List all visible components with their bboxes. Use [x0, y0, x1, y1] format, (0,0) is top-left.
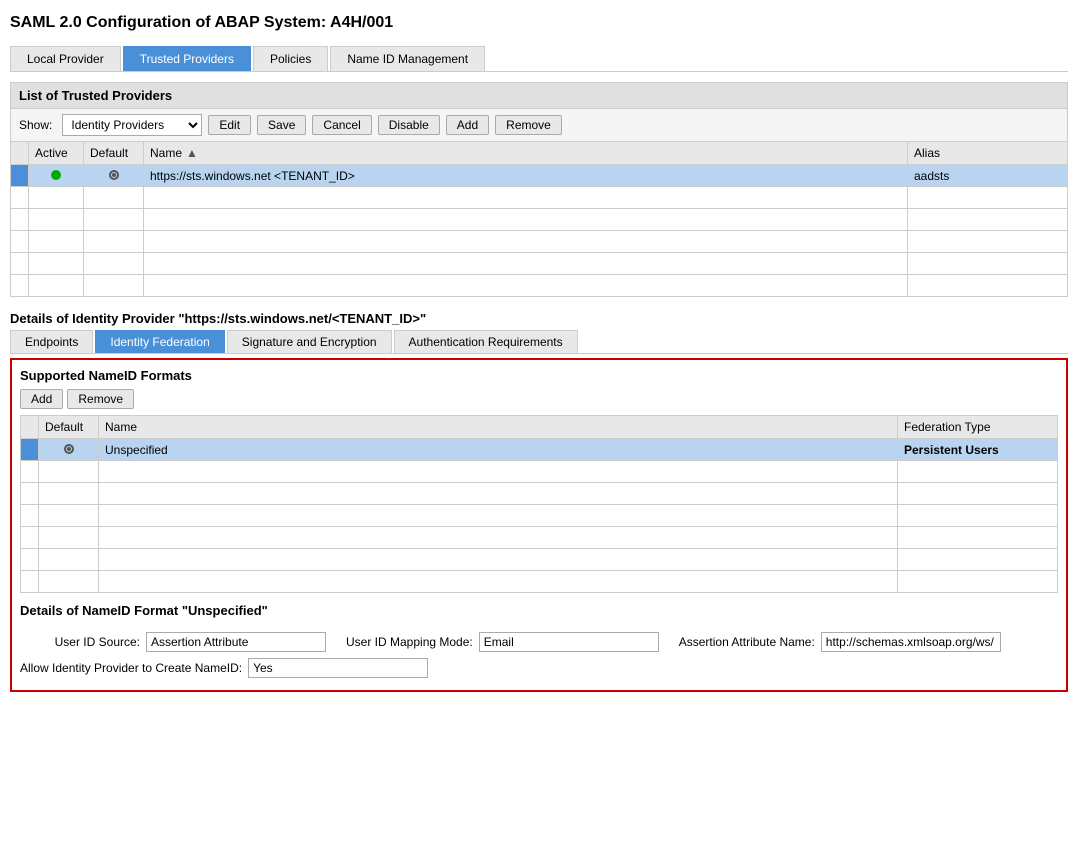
tab-local-provider[interactable]: Local Provider — [10, 46, 121, 71]
nameid-format-details-heading: Details of NameID Format "Unspecified" — [20, 603, 1058, 618]
cell-name: https://sts.windows.net <TENANT_ID> — [144, 165, 908, 187]
sub-tab-authentication-requirements[interactable]: Authentication Requirements — [394, 330, 578, 353]
table-row[interactable]: Unspecified Persistent Users — [21, 439, 1058, 461]
col-indicator — [11, 142, 29, 165]
tab-trusted-providers[interactable]: Trusted Providers — [123, 46, 251, 71]
cell-federation-type: Persistent Users — [898, 439, 1058, 461]
main-tab-bar: Local Provider Trusted Providers Policie… — [10, 46, 1068, 72]
cancel-button[interactable]: Cancel — [312, 115, 371, 135]
col-name: Name — [99, 416, 898, 439]
idp-details-heading: Details of Identity Provider "https://st… — [10, 307, 1068, 330]
table-row — [11, 253, 1068, 275]
col-active: Active — [29, 142, 84, 165]
tab-policies[interactable]: Policies — [253, 46, 328, 71]
nameid-add-button[interactable]: Add — [20, 389, 63, 409]
table-row — [21, 505, 1058, 527]
allow-create-label: Allow Identity Provider to Create NameID… — [20, 661, 242, 675]
trusted-providers-table: Active Default Name ▲ Alias https://sts.… — [10, 141, 1068, 297]
save-button[interactable]: Save — [257, 115, 306, 135]
show-select[interactable]: Identity Providers Service Providers — [62, 114, 202, 136]
show-label: Show: — [19, 118, 52, 132]
sort-arrow: ▲ — [186, 146, 198, 160]
cell-active — [29, 165, 84, 187]
assertion-attr-name-label: Assertion Attribute Name: — [679, 635, 815, 649]
nameid-heading: Supported NameID Formats — [20, 368, 1058, 383]
nameid-remove-button[interactable]: Remove — [67, 389, 134, 409]
col-indicator — [21, 416, 39, 439]
table-row — [21, 483, 1058, 505]
col-default: Default — [39, 416, 99, 439]
trusted-providers-toolbar: Show: Identity Providers Service Provide… — [10, 108, 1068, 141]
cell-default — [84, 165, 144, 187]
page-container: SAML 2.0 Configuration of ABAP System: A… — [0, 0, 1078, 861]
cell-name: Unspecified — [99, 439, 898, 461]
user-id-source-input[interactable] — [146, 632, 326, 652]
table-row — [11, 187, 1068, 209]
edit-button[interactable]: Edit — [208, 115, 251, 135]
remove-button[interactable]: Remove — [495, 115, 562, 135]
cell-default — [39, 439, 99, 461]
trusted-providers-heading: List of Trusted Providers — [10, 82, 1068, 108]
sub-tab-signature-encryption[interactable]: Signature and Encryption — [227, 330, 392, 353]
nameid-table: Default Name Federation Type Unspecified… — [20, 415, 1058, 593]
page-title: SAML 2.0 Configuration of ABAP System: A… — [10, 10, 1068, 36]
assertion-attr-name-input[interactable] — [821, 632, 1001, 652]
table-row — [11, 209, 1068, 231]
form-row-assertion-attr-name: Assertion Attribute Name: — [679, 632, 1001, 652]
cell-alias: aadsts — [908, 165, 1068, 187]
col-alias: Alias — [908, 142, 1068, 165]
user-id-mapping-label: User ID Mapping Mode: — [346, 635, 473, 649]
disable-button[interactable]: Disable — [378, 115, 440, 135]
red-border-section: Supported NameID Formats Add Remove Defa… — [10, 358, 1068, 692]
tab-name-id-management[interactable]: Name ID Management — [330, 46, 485, 71]
col-federation-type: Federation Type — [898, 416, 1058, 439]
form-row-user-id-mapping: User ID Mapping Mode: — [346, 632, 659, 652]
table-row — [21, 571, 1058, 593]
allow-create-input[interactable] — [248, 658, 428, 678]
col-name: Name ▲ — [144, 142, 908, 165]
table-row — [11, 231, 1068, 253]
add-button[interactable]: Add — [446, 115, 489, 135]
row-indicator — [21, 439, 39, 461]
table-row[interactable]: https://sts.windows.net <TENANT_ID> aads… — [11, 165, 1068, 187]
nameid-toolbar: Add Remove — [20, 389, 1058, 409]
table-row — [21, 549, 1058, 571]
user-id-mapping-input[interactable] — [479, 632, 659, 652]
table-row — [21, 461, 1058, 483]
sub-tab-endpoints[interactable]: Endpoints — [10, 330, 93, 353]
default-radio — [109, 170, 119, 180]
default-radio — [64, 444, 74, 454]
sub-tab-identity-federation[interactable]: Identity Federation — [95, 330, 224, 353]
user-id-source-label: User ID Source: — [20, 635, 140, 649]
form-row-allow-create: Allow Identity Provider to Create NameID… — [20, 658, 428, 678]
nameid-form-area: User ID Source: User ID Mapping Mode: As… — [20, 624, 1058, 682]
col-default: Default — [84, 142, 144, 165]
form-row-user-id-source: User ID Source: — [20, 632, 326, 652]
table-row — [21, 527, 1058, 549]
table-row — [11, 275, 1068, 297]
active-indicator — [51, 170, 61, 180]
row-indicator — [11, 165, 29, 187]
sub-tab-bar: Endpoints Identity Federation Signature … — [10, 330, 1068, 354]
